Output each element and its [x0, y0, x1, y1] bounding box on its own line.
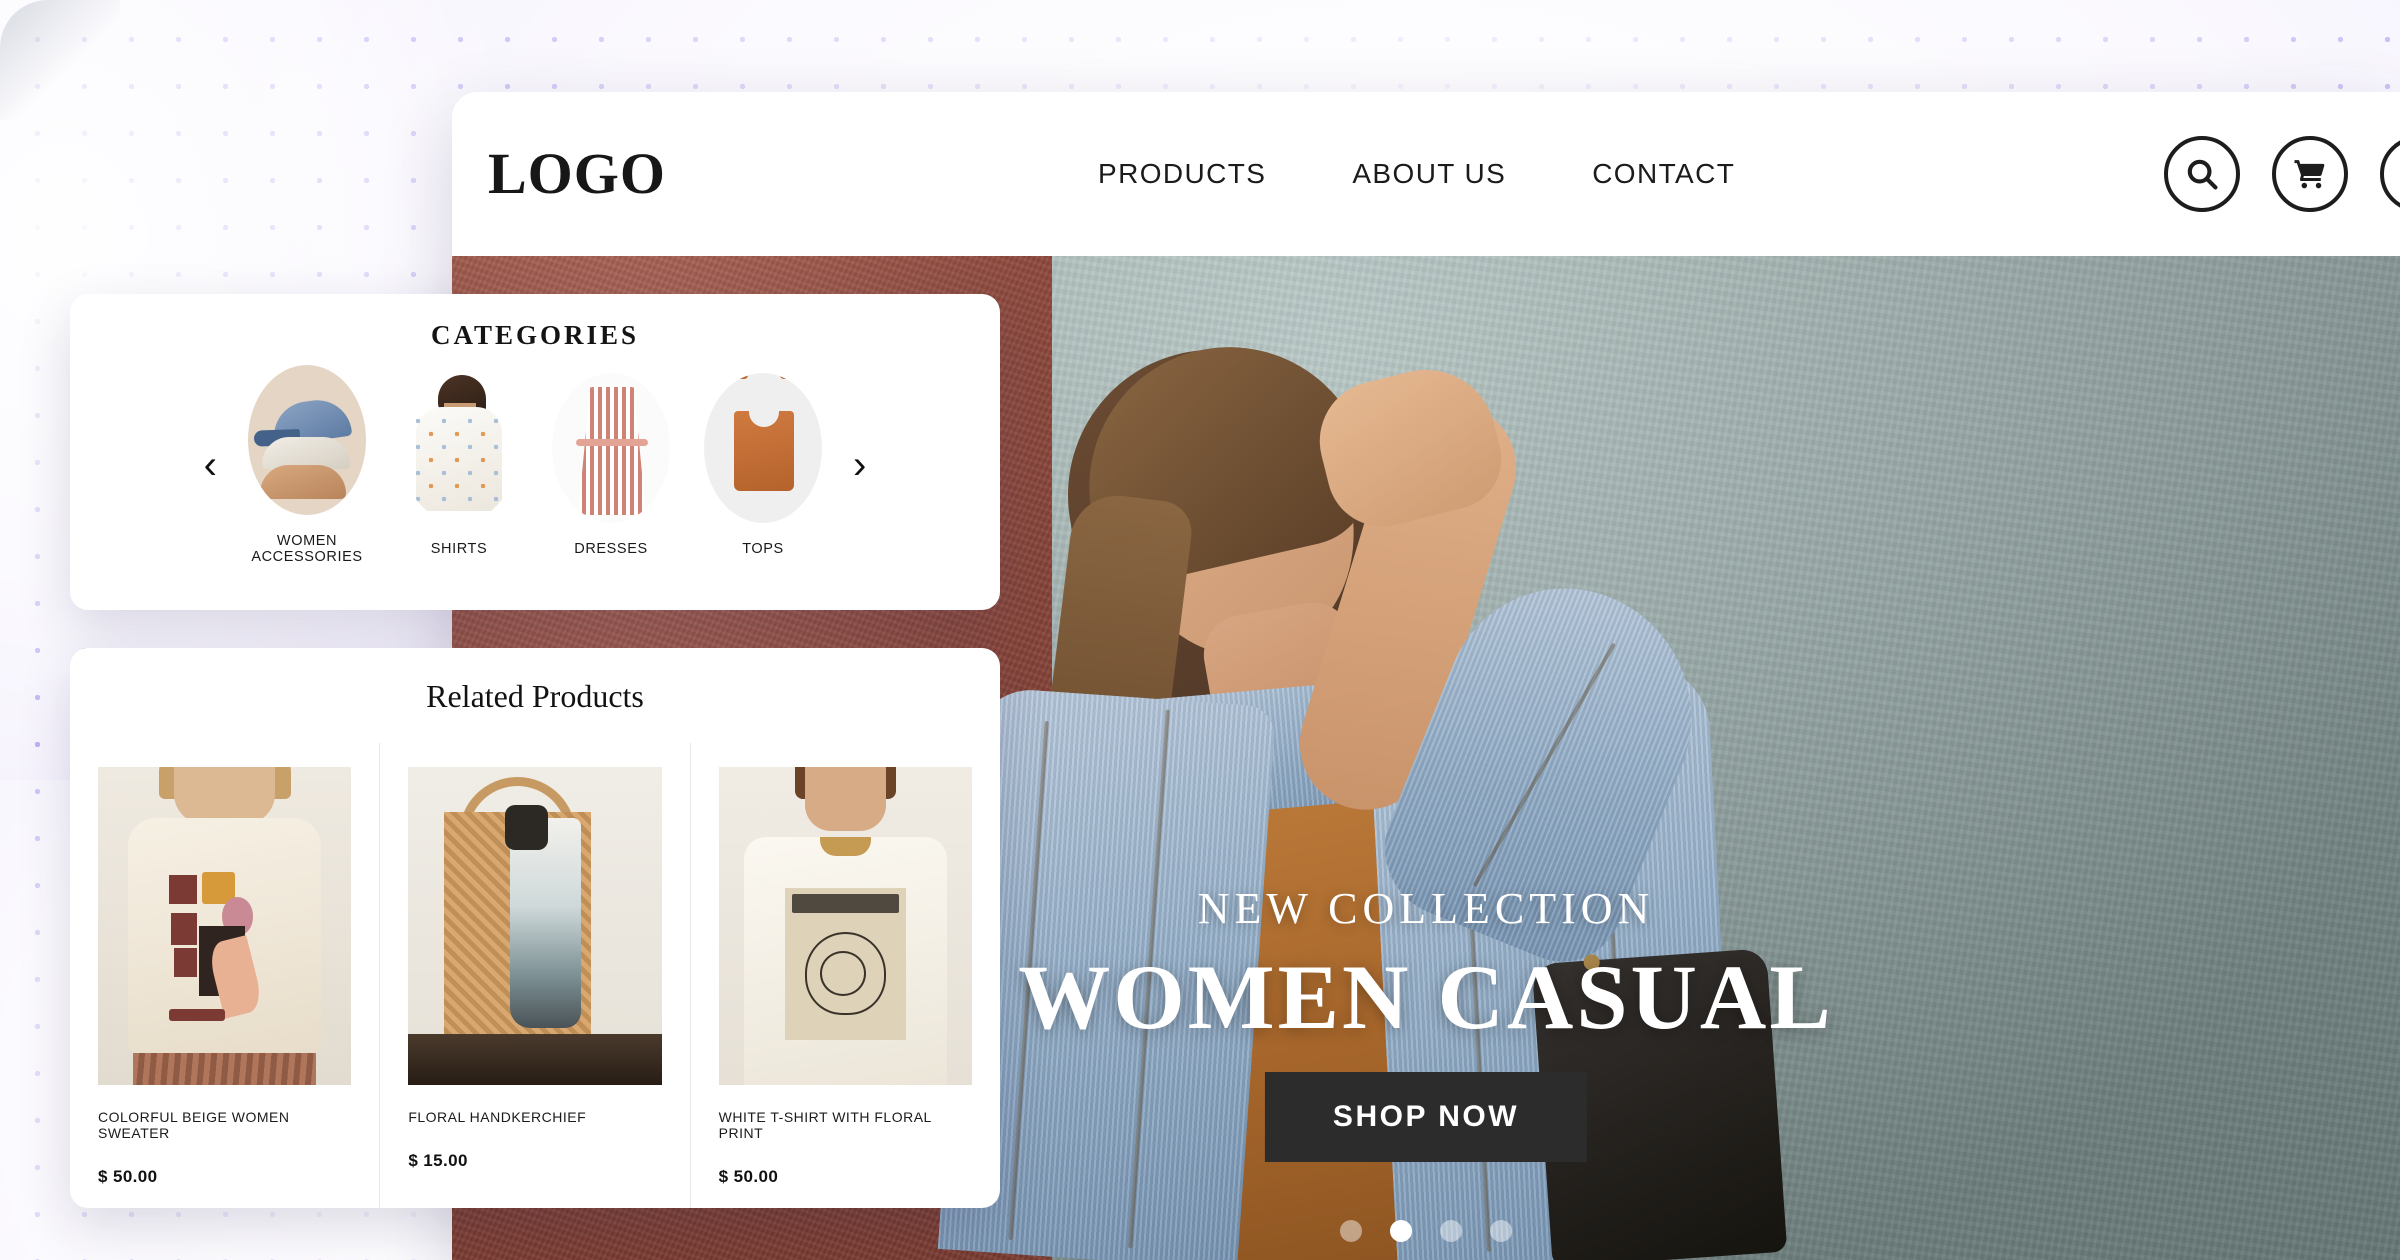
category-label: WOMEN ACCESSORIES	[251, 533, 363, 565]
categories-card: CATEGORIES ‹ WOMEN ACCESSORIES SHIRTS DR…	[70, 294, 1000, 610]
shop-now-button[interactable]: SHOP NOW	[1264, 1072, 1588, 1162]
product-card[interactable]: COLORFUL BEIGE WOMEN SWEATER $ 50.00	[70, 743, 381, 1208]
product-price: $ 50.00	[718, 1167, 779, 1186]
carousel-dot-3[interactable]	[1440, 1220, 1462, 1242]
site-header: LOGO PRODUCTS ABOUT US CONTACT	[452, 92, 2400, 256]
cart-icon	[2291, 155, 2329, 193]
product-price: $ 50.00	[98, 1167, 158, 1186]
header-actions	[2164, 136, 2400, 212]
page-backdrop: LOGO PRODUCTS ABOUT US CONTACT NEW COLLE…	[0, 0, 2400, 1260]
hero-carousel-dots	[1340, 1220, 1512, 1242]
category-label: DRESSES	[574, 541, 648, 557]
product-image	[718, 767, 972, 1085]
product-card[interactable]: FLORAL HANDKERCHIEF $ 15.00	[380, 743, 691, 1208]
category-label: SHIRTS	[430, 541, 488, 557]
categories-next-arrow[interactable]: ›	[839, 445, 880, 485]
search-button[interactable]	[2164, 136, 2240, 212]
carousel-dot-1[interactable]	[1340, 1220, 1362, 1242]
carousel-dot-2[interactable]	[1390, 1220, 1412, 1242]
category-thumb-women-accessories	[248, 365, 366, 515]
category-label: TOPS	[742, 541, 784, 557]
product-image	[98, 767, 352, 1085]
nav-link-about-us[interactable]: ABOUT US	[1352, 158, 1506, 190]
category-item-women-accessories[interactable]: WOMEN ACCESSORIES	[231, 365, 383, 565]
category-item-dresses[interactable]: DRESSES	[535, 373, 687, 557]
account-button[interactable]	[2380, 136, 2400, 212]
related-products-title: Related Products	[426, 678, 644, 714]
site-logo[interactable]: LOGO	[488, 145, 666, 203]
related-products-card: Related Products COLORFUL BEIGE WOMEN SW…	[70, 648, 1000, 1208]
categories-title: CATEGORIES	[430, 320, 640, 350]
product-name: COLORFUL BEIGE WOMEN SWEATER	[98, 1109, 290, 1141]
main-navigation: PRODUCTS ABOUT US CONTACT	[1098, 158, 1735, 190]
categories-prev-arrow[interactable]: ‹	[190, 445, 231, 485]
search-icon	[2183, 155, 2221, 193]
product-price: $ 15.00	[408, 1151, 468, 1170]
backdrop-corner-shade	[0, 0, 120, 120]
category-thumb-shirts	[400, 373, 518, 523]
cart-button[interactable]	[2272, 136, 2348, 212]
categories-carousel: ‹ WOMEN ACCESSORIES SHIRTS DRESSES TOPS …	[70, 365, 1000, 565]
product-image	[408, 767, 662, 1085]
category-thumb-dresses	[552, 373, 670, 523]
product-name: FLORAL HANDKERCHIEF	[408, 1109, 587, 1125]
product-name: WHITE T-SHIRT WITH FLORAL PRINT	[718, 1109, 932, 1141]
product-card[interactable]: WHITE T-SHIRT WITH FLORAL PRINT $ 50.00	[691, 743, 1000, 1208]
nav-link-products[interactable]: PRODUCTS	[1098, 158, 1266, 190]
carousel-dot-4[interactable]	[1490, 1220, 1512, 1242]
category-thumb-tops	[704, 373, 822, 523]
nav-link-contact[interactable]: CONTACT	[1592, 158, 1735, 190]
related-products-grid: COLORFUL BEIGE WOMEN SWEATER $ 50.00 FLO…	[70, 743, 1000, 1208]
category-item-tops[interactable]: TOPS	[687, 373, 839, 557]
category-item-shirts[interactable]: SHIRTS	[383, 373, 535, 557]
